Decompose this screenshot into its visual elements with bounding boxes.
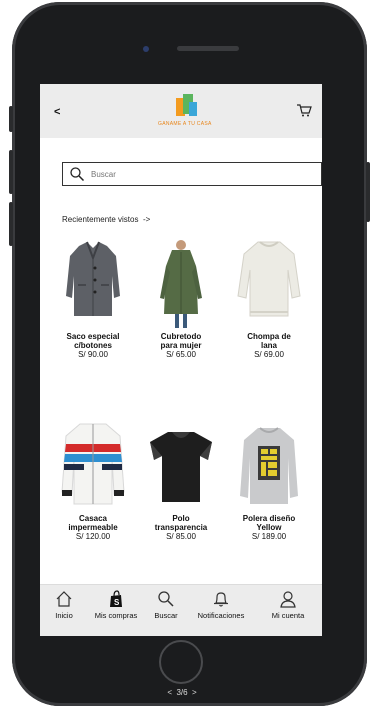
product-name: lana (260, 341, 277, 350)
green-trench-coat-image (142, 236, 220, 332)
recently-viewed-label: Recientemente vistos (62, 215, 139, 224)
product-price: S/ 189.00 (251, 532, 287, 541)
svg-text:S: S (114, 598, 120, 607)
nav-home-label: Inicio (55, 611, 73, 620)
nav-home[interactable]: Inicio (42, 589, 86, 620)
recently-viewed-link[interactable]: Recientemente vistos -> (62, 215, 150, 224)
side-button (9, 150, 13, 194)
search-input[interactable] (91, 167, 291, 182)
black-blouse-image (142, 418, 220, 514)
product-name: c/botones (74, 341, 112, 350)
brand-logo: GANAME A TU CASA (158, 94, 212, 134)
product-price: S/ 90.00 (78, 350, 108, 359)
product-name: Polo (172, 514, 190, 523)
product-name: Yellow (256, 523, 282, 532)
cream-sweater-image (230, 236, 308, 332)
product-name: Cubretodo (160, 332, 202, 341)
product-name: Casaca (78, 514, 108, 523)
nav-notifications-label: Notificaciones (197, 611, 245, 620)
product-price: S/ 120.00 (75, 532, 111, 541)
product-name: Polera diseño (242, 514, 296, 523)
app-screen: < GANAME A TU CASA Recientemente vistos … (40, 84, 322, 636)
side-button (9, 106, 13, 132)
cart-icon[interactable] (296, 102, 312, 118)
bottom-nav: Inicio S Mis compras Buscar Notificacion… (40, 584, 322, 636)
nav-account-label: Mi cuenta (271, 611, 305, 620)
gray-sweatshirt-image (230, 418, 308, 514)
home-button[interactable] (159, 640, 203, 684)
search-icon (70, 167, 85, 182)
product-name: para mujer (160, 341, 202, 350)
nav-search[interactable]: Buscar (146, 589, 186, 620)
nav-notifications[interactable]: Notificaciones (186, 589, 256, 620)
nav-search-label: Buscar (154, 611, 178, 620)
earpiece-speaker (177, 46, 239, 51)
side-button (9, 202, 13, 246)
product-name: Saco especial (66, 332, 120, 341)
search-box[interactable] (62, 162, 322, 186)
nav-account[interactable]: Mi cuenta (258, 589, 318, 620)
product-name: impermeable (68, 523, 118, 532)
product-price: S/ 69.00 (254, 350, 284, 359)
home-icon (56, 591, 72, 607)
user-icon (280, 591, 296, 608)
product-card[interactable]: Polera diseño Yellow S/ 189.00 (230, 418, 308, 541)
product-price: S/ 65.00 (166, 350, 196, 359)
bell-icon (214, 592, 228, 607)
gray-coat-image (54, 236, 132, 332)
chevron-left-icon[interactable]: < (167, 688, 172, 697)
back-button[interactable]: < (54, 106, 60, 118)
product-price: S/ 85.00 (166, 532, 196, 541)
nav-purchases-label: Mis compras (94, 611, 138, 620)
page-indicator: < 3/6 > (160, 688, 204, 697)
front-camera (143, 46, 149, 52)
chevron-right-icon[interactable]: > (192, 688, 197, 697)
product-card[interactable]: Cubretodo para mujer S/ 65.00 (142, 236, 220, 359)
striped-jacket-image (54, 418, 132, 514)
shopping-bag-icon: S (110, 590, 122, 607)
nav-purchases[interactable]: S Mis compras (86, 589, 146, 620)
product-card[interactable]: Polo transparencia S/ 85.00 (142, 418, 220, 541)
top-bar: < GANAME A TU CASA (40, 84, 322, 138)
product-name: transparencia (154, 523, 208, 532)
side-button (366, 162, 370, 222)
page-count: 3/6 (176, 688, 188, 697)
logo-text: GANAME A TU CASA (158, 121, 212, 127)
product-card[interactable]: Saco especial c/botones S/ 90.00 (54, 236, 132, 359)
product-card[interactable]: Casaca impermeable S/ 120.00 (54, 418, 132, 541)
search-icon (158, 591, 174, 607)
product-card[interactable]: Chompa de lana S/ 69.00 (230, 236, 308, 359)
arrow-right-icon: -> (142, 215, 151, 224)
product-name: Chompa de (247, 332, 291, 341)
